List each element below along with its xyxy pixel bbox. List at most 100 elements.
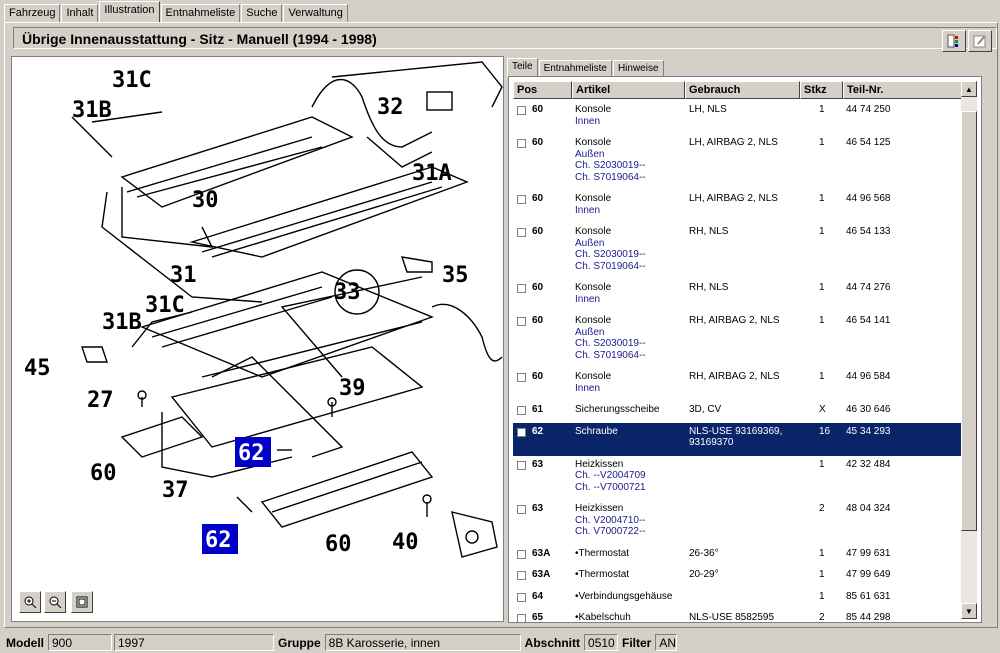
tab-verwaltung[interactable]: Verwaltung (283, 4, 348, 22)
callout-label: 33 (334, 280, 361, 305)
table-row[interactable]: 60 Konsole Innen RH, NLS 1 44 74 276 (513, 279, 969, 312)
row-checkbox[interactable] (517, 139, 526, 148)
row-checkbox[interactable] (517, 592, 526, 602)
cell-teilnr: 46 30 646 (846, 404, 891, 415)
callout-label: 31C (145, 293, 185, 318)
row-checkbox[interactable] (517, 106, 526, 115)
zoom-in-button[interactable] (19, 591, 41, 613)
callout-label-highlighted[interactable]: 62 (205, 528, 232, 553)
scroll-down-button[interactable]: ▼ (961, 603, 977, 619)
tab-entnahmeliste-parts[interactable]: Entnahmeliste (538, 60, 612, 76)
scroll-up-button[interactable]: ▲ (961, 81, 977, 97)
cell-artikel: Konsole Innen (575, 371, 611, 394)
table-row[interactable]: 63 Heizkissen Ch. --V2004709 Ch. --V700072… (513, 456, 969, 501)
tab-teile[interactable]: Teile (507, 58, 538, 77)
artikel-text: Konsole (575, 137, 612, 148)
table-row[interactable]: 60 Konsole Innen LH, AIRBAG 2, NLS 1 44 96 56… (513, 190, 969, 223)
illustration-view[interactable]: 31C 31B 30 32 31A 31 33 35 31C 31B 45 27… (11, 56, 504, 622)
cell-stkz: 1 (819, 226, 825, 237)
row-checkbox[interactable] (517, 460, 526, 470)
cell-stkz: 1 (819, 104, 825, 115)
cell-pos: 62 (532, 425, 544, 437)
callout-label: 39 (339, 376, 366, 401)
parts-tabbar: Teile Entnahmeliste Hinweise (507, 58, 665, 77)
row-checkbox[interactable] (517, 284, 526, 293)
artikel-text: •Kabelschuh (575, 612, 631, 623)
cell-stkz: X (819, 404, 826, 415)
tab-hinweise[interactable]: Hinweise (612, 60, 664, 76)
scroll-thumb[interactable] (961, 111, 977, 531)
tab-entnahmeliste[interactable]: Entnahmeliste (160, 4, 241, 22)
row-checkbox[interactable] (517, 406, 526, 415)
tab-inhalt[interactable]: Inhalt (61, 4, 99, 22)
filter-label: Filter (622, 635, 652, 650)
cell-stkz: 2 (819, 612, 825, 623)
artikel-detail: Außen Ch. S2030019-- Ch. S7019064-- (575, 326, 646, 361)
row-checkbox[interactable] (517, 373, 526, 382)
cell-stkz: 1 (819, 458, 825, 470)
cell-pos: 63 (532, 503, 544, 514)
row-checkbox[interactable] (517, 505, 526, 514)
row-checkbox[interactable] (517, 571, 526, 580)
table-row[interactable]: 60 Konsole Außen Ch. S2030019-- Ch. S70190… (513, 312, 969, 368)
cell-teilnr: 46 54 133 (846, 226, 891, 237)
callout-label: 45 (24, 356, 51, 381)
parts-table-header: Pos Artikel Gebrauch Stkz Teil-Nr. (513, 81, 969, 99)
cell-gebrauch: NLS-USE 93169369, 93169370 (689, 425, 783, 449)
cell-pos: 61 (532, 404, 544, 415)
row-checkbox[interactable] (517, 195, 526, 204)
row-checkbox[interactable] (517, 614, 526, 622)
cell-artikel: •Verbindungsgehäuse (575, 591, 672, 603)
table-row[interactable]: 62 Schraube NLS-USE 93169369, 93169370 16 45… (513, 422, 969, 456)
column-header-stkz[interactable]: Stkz (800, 81, 843, 99)
bookmark-button[interactable] (942, 30, 966, 52)
table-row[interactable]: 60 Konsole Innen RH, AIRBAG 2, NLS 1 44 96 58… (513, 368, 969, 401)
bookmark-icon (947, 34, 958, 48)
cell-artikel: •Kabelschuh (575, 612, 631, 623)
cell-teilnr: 45 34 293 (846, 425, 891, 437)
cell-stkz: 16 (819, 425, 831, 437)
zoom-out-button[interactable] (44, 591, 66, 613)
cell-teilnr: 85 61 631 (846, 590, 891, 602)
callout-label: 60 (325, 532, 352, 557)
row-checkbox[interactable] (517, 317, 526, 326)
column-header-teilnr[interactable]: Teil-Nr. (843, 81, 969, 99)
artikel-text: Heizkissen (575, 458, 624, 470)
cell-stkz: 1 (819, 137, 825, 148)
cell-teilnr: 44 74 250 (846, 104, 891, 115)
cell-stkz: 1 (819, 193, 825, 204)
cell-gebrauch: 26-36° (689, 547, 719, 559)
row-checkbox[interactable] (517, 427, 526, 437)
artikel-detail: Außen Ch. S2030019-- Ch. S7019064-- (575, 148, 646, 183)
cell-pos: 60 (532, 104, 544, 115)
column-header-pos[interactable]: Pos (513, 81, 572, 99)
table-row[interactable]: 60 Konsole Innen LH, NLS 1 44 74 250 (513, 101, 969, 134)
table-row[interactable]: 60 Konsole Außen Ch. S2030019-- Ch. S70190… (513, 223, 969, 279)
abschnitt-label: Abschnitt (524, 635, 581, 650)
column-header-artikel[interactable]: Artikel (572, 81, 685, 99)
table-row[interactable]: 63A •Thermostat 20-29° 1 47 99 649 (513, 566, 969, 588)
edit-button[interactable] (968, 30, 992, 52)
table-row[interactable]: 64 •Verbindungsgehäuse 1 85 61 631 (513, 588, 969, 610)
table-row[interactable]: 63 Heizkissen Ch. V2004710-- Ch. V7000722-… (513, 500, 969, 545)
row-checkbox[interactable] (517, 549, 526, 559)
callout-label-highlighted[interactable]: 62 (238, 441, 265, 466)
modell-value: 900 (48, 634, 112, 651)
tab-fahrzeug[interactable]: Fahrzeug (4, 4, 61, 22)
tab-suche[interactable]: Suche (241, 4, 283, 22)
seat-exploded-diagram: 31C 31B 30 32 31A 31 33 35 31C 31B 45 27… (24, 61, 503, 558)
abschnitt-value: 0510 (584, 634, 619, 651)
table-row[interactable]: 60 Konsole Außen Ch. S2030019-- Ch. S70190… (513, 134, 969, 190)
zoom-fit-button[interactable] (71, 591, 93, 613)
row-checkbox[interactable] (517, 228, 526, 237)
filter-value: AN (655, 634, 678, 651)
cell-pos: 63A (532, 569, 551, 580)
cell-teilnr: 46 54 125 (846, 137, 891, 148)
artikel-text: Konsole (575, 371, 612, 382)
table-row[interactable]: 61 Sicherungsscheibe 3D, CV X 46 30 646 (513, 401, 969, 423)
column-header-gebrauch[interactable]: Gebrauch (685, 81, 800, 99)
table-row[interactable]: 63A •Thermostat 26-36° 1 47 99 631 (513, 545, 969, 567)
scrollbar[interactable]: ▲ ▼ (961, 81, 977, 619)
table-row[interactable]: 65 •Kabelschuh NLS-USE 8582595 2 85 44 298 (513, 609, 969, 623)
tab-illustration[interactable]: Illustration (99, 1, 160, 22)
